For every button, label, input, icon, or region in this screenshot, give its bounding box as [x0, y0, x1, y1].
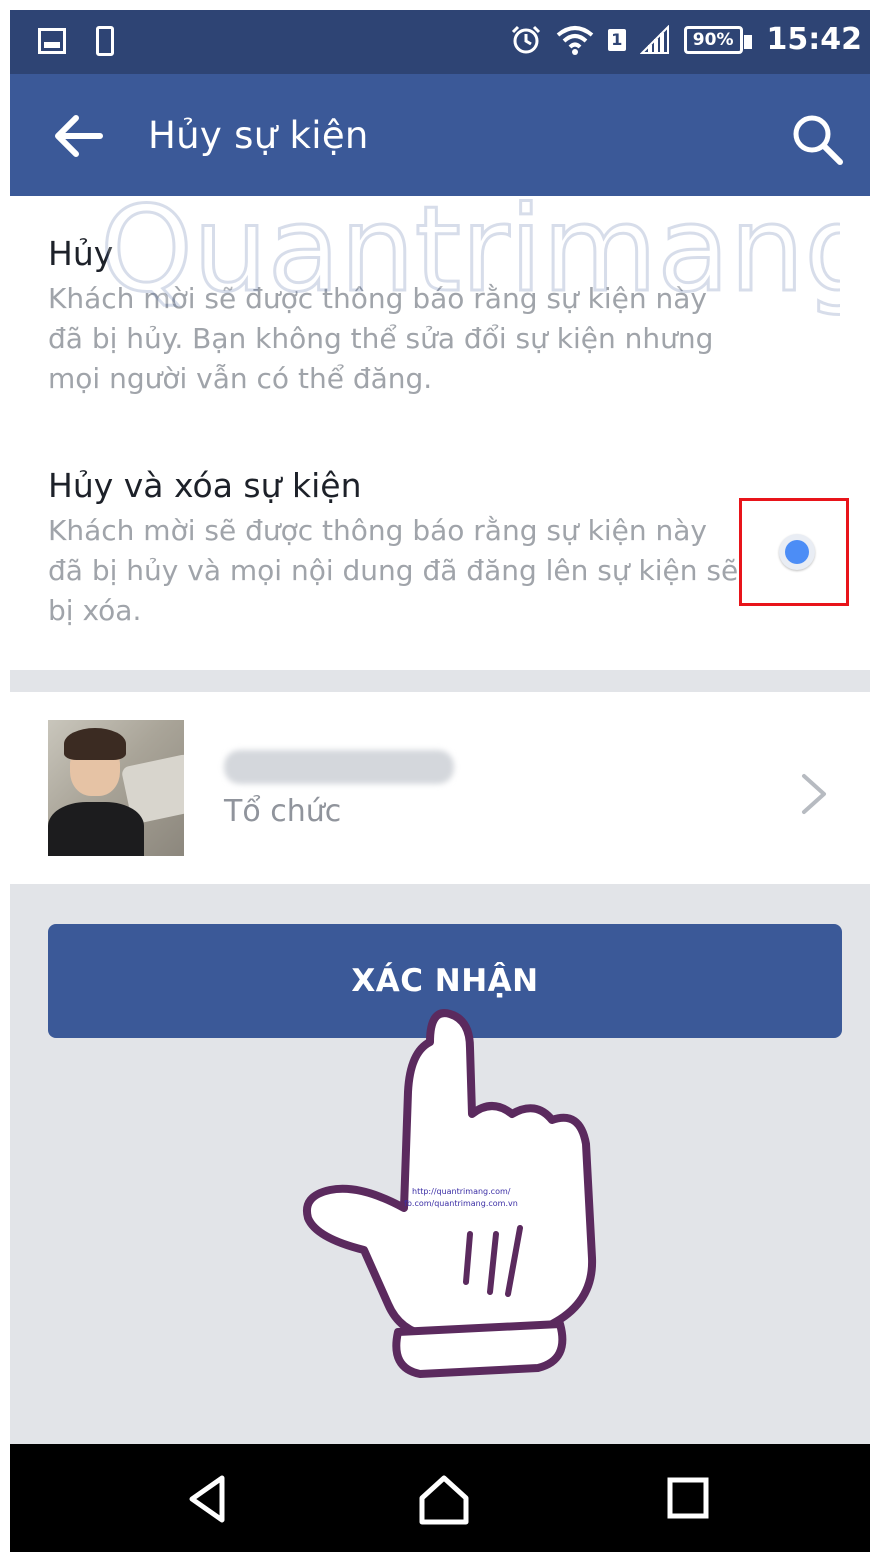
radio-button-selected[interactable]: [779, 534, 815, 570]
chevron-right-icon: [796, 772, 830, 816]
hand-caption: fb.com/quantrimang.com.vn: [404, 1199, 518, 1208]
section-divider: [10, 670, 870, 692]
wifi-icon: [556, 24, 594, 56]
organizer-row[interactable]: Tổ chức: [10, 692, 870, 884]
highlight-box: [739, 498, 849, 606]
avatar-hair: [64, 728, 126, 760]
nav-home-icon[interactable]: [414, 1472, 474, 1526]
pointing-hand-icon: http://quantrimang.com/ fb.com/quantrima…: [280, 1002, 610, 1422]
battery-level: 90%: [692, 29, 734, 50]
navigation-bar: [10, 1444, 870, 1552]
signal-icon: [639, 24, 670, 55]
status-bar: 1 90% 15:42: [10, 10, 870, 74]
gallery-icon: [38, 28, 66, 54]
hand-caption: http://quantrimang.com/: [412, 1187, 511, 1196]
option-cancel-and-delete[interactable]: Hủy và xóa sự kiện Khách mời sẽ được thô…: [48, 466, 748, 631]
app-bar: Hủy sự kiện: [10, 74, 870, 196]
option-description: Khách mời sẽ được thông báo rằng sự kiện…: [48, 514, 739, 627]
sim-icon: 1: [607, 28, 626, 51]
option-title: Hủy: [48, 234, 114, 273]
nav-recents-icon[interactable]: [658, 1472, 718, 1526]
back-arrow-icon[interactable]: [50, 110, 106, 162]
screen: 1 90% 15:42 Hủy sự kiện Hủy Khách mời sẽ…: [10, 10, 870, 1552]
option-description: Khách mời sẽ được thông báo rằng sự kiện…: [48, 282, 714, 395]
phone-icon: [96, 26, 114, 56]
nav-back-icon[interactable]: [180, 1472, 240, 1526]
alarm-icon: [510, 24, 542, 56]
option-cancel[interactable]: Hủy Khách mời sẽ được thông báo rằng sự …: [48, 234, 748, 399]
avatar-body: [48, 802, 144, 856]
organizer-name-blurred: [224, 750, 454, 784]
search-icon[interactable]: [790, 112, 844, 166]
page-title: Hủy sự kiện: [148, 114, 369, 157]
clock: 15:42: [766, 22, 863, 57]
battery-icon: 90%: [683, 25, 752, 54]
cancel-options: Hủy Khách mời sẽ được thông báo rằng sự …: [10, 196, 870, 670]
confirm-area: XÁC NHẬN http://quantrimang.com/ fb.com/…: [10, 884, 870, 1444]
avatar: [48, 720, 184, 856]
organizer-role: Tổ chức: [224, 794, 342, 829]
option-title: Hủy và xóa sự kiện: [48, 466, 362, 505]
